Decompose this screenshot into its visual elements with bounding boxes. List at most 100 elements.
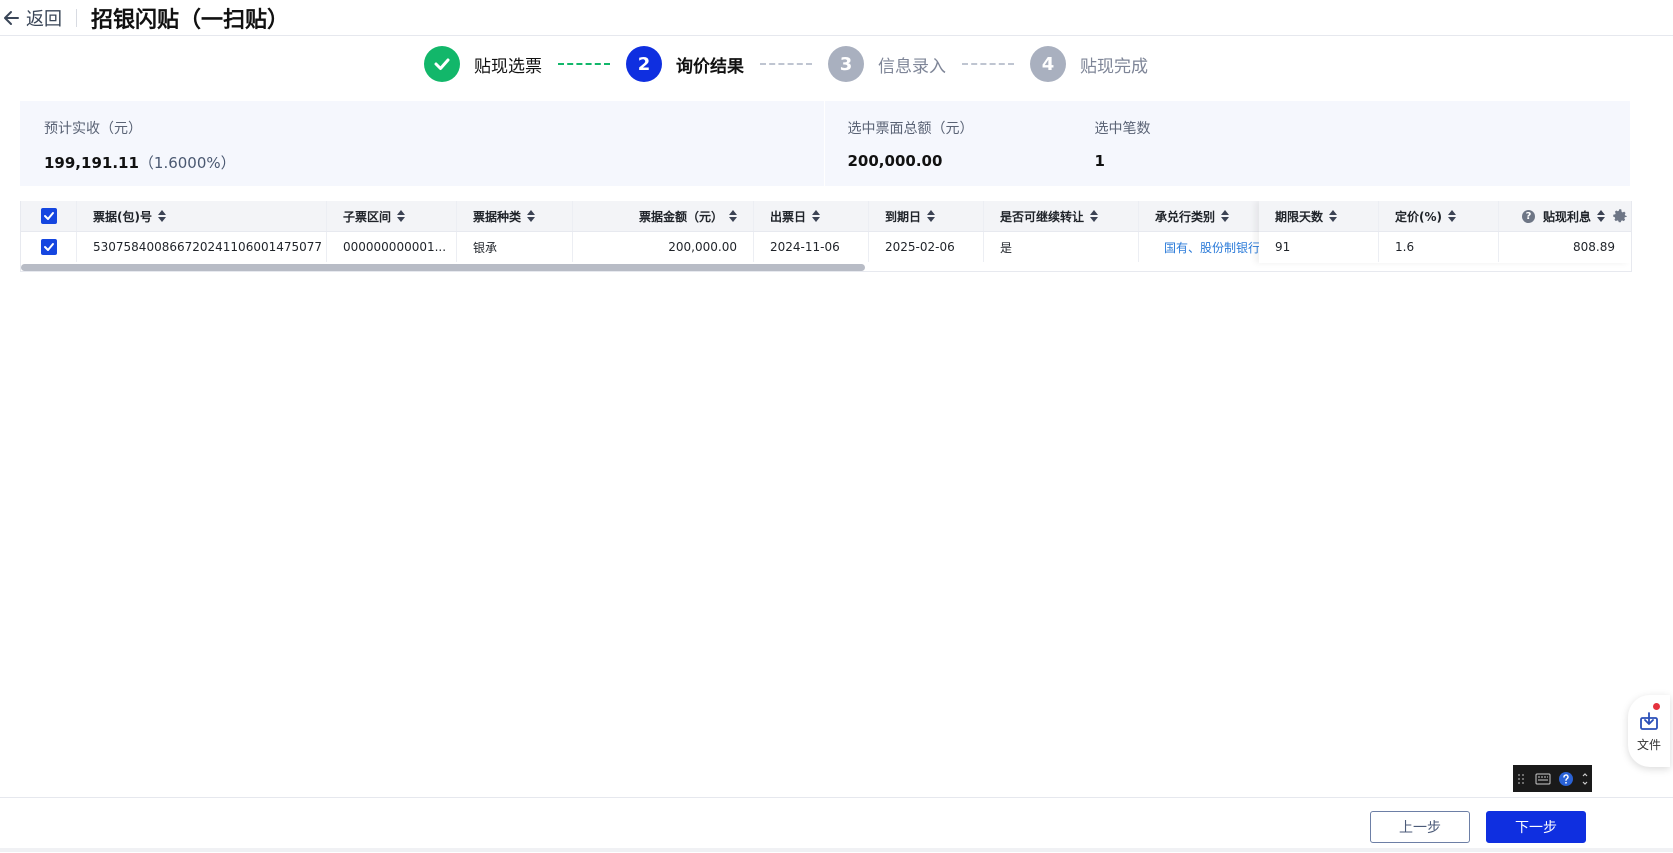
cell-price: 1.6	[1379, 232, 1499, 262]
summary-selected: 选中票面总额（元） 200,000.00 选中笔数 1	[823, 101, 1630, 186]
cell-transferable: 是	[984, 232, 1139, 262]
select-all-checkbox[interactable]	[21, 201, 77, 231]
col-bill-no-label: 票据(包)号	[93, 209, 152, 224]
col-amount[interactable]: 票据金额（元）	[573, 201, 754, 231]
col-bill-type[interactable]: 票据种类	[457, 201, 573, 231]
cell-bill-type: 银承	[457, 232, 573, 262]
checkbox-checked-icon	[40, 239, 57, 255]
summary-panel: 预计实收（元） 199,191.11（1.6000%） 选中票面总额（元） 20…	[20, 101, 1630, 186]
step-4: 4 贴现完成	[1030, 46, 1164, 82]
step-connector-2	[760, 63, 812, 65]
stepper: 贴现选票 2 询价结果 3 信息录入 4 贴现完成	[424, 44, 1164, 84]
col-acceptor-type[interactable]: 承兑行类别	[1139, 201, 1259, 231]
sort-icon[interactable]	[397, 210, 406, 222]
col-sub-range[interactable]: 子票区间	[327, 201, 457, 231]
cell-interest: 808.89	[1573, 240, 1615, 254]
col-days[interactable]: 期限天数	[1259, 201, 1379, 231]
col-days-label: 期限天数	[1275, 209, 1324, 224]
page-title: 招银闪贴（一扫贴）	[91, 7, 290, 33]
page-header: 返回 招银闪贴（一扫贴）	[0, 0, 1673, 36]
col-bill-no[interactable]: 票据(包)号	[77, 201, 327, 231]
step-1: 贴现选票	[424, 46, 558, 82]
sort-icon[interactable]	[1448, 210, 1456, 222]
sort-icon[interactable]	[1221, 210, 1230, 222]
cell-acceptor-type[interactable]: 国有、股份制银行	[1139, 232, 1259, 262]
ime-toolbar[interactable]	[1513, 765, 1592, 792]
col-transferable-label: 是否可继续转让	[1000, 209, 1085, 224]
col-due-date[interactable]: 到期日	[869, 201, 984, 231]
sort-icon[interactable]	[812, 210, 821, 222]
col-price-label: 定价(%)	[1395, 209, 1442, 224]
estimated-rate: （1.6000%）	[138, 154, 236, 172]
estimated-label: 预计实收（元）	[44, 121, 142, 137]
summary-estimated: 预计实收（元） 199,191.11（1.6000%）	[20, 101, 824, 186]
sort-icon[interactable]	[1329, 210, 1338, 222]
cell-amount: 200,000.00	[573, 232, 754, 262]
estimated-value: 199,191.11	[44, 154, 139, 172]
col-price[interactable]: 定价(%)	[1379, 201, 1499, 231]
help-icon[interactable]: ?	[1521, 209, 1535, 223]
horizontal-scrollbar[interactable]	[21, 264, 865, 271]
step-2-label: 询价结果	[676, 56, 744, 77]
keyboard-icon[interactable]	[1535, 773, 1551, 785]
col-issue-date[interactable]: 出票日	[754, 201, 869, 231]
prev-step-button[interactable]: 上一步	[1370, 811, 1470, 843]
step-4-label: 贴现完成	[1080, 56, 1148, 77]
step-3-label: 信息录入	[878, 56, 946, 77]
notification-badge	[1653, 703, 1660, 710]
download-tray-icon	[1640, 711, 1658, 730]
total-label: 选中票面总额（元）	[847, 121, 974, 137]
grip-icon[interactable]	[1516, 771, 1528, 787]
gear-icon[interactable]	[1611, 207, 1629, 225]
sort-icon[interactable]	[1090, 210, 1099, 222]
step-3: 3 信息录入	[828, 46, 962, 82]
expand-icon[interactable]	[1581, 772, 1589, 786]
fixed-row: 91 1.6 808.89	[1259, 232, 1631, 262]
cell-sub-range: 000000000001...	[327, 232, 457, 262]
col-issue-date-label: 出票日	[770, 209, 807, 224]
col-interest-label: 贴现利息	[1542, 209, 1591, 224]
check-icon	[424, 46, 460, 82]
fixed-header: 期限天数 定价(%) ? 贴现利息	[1259, 201, 1631, 232]
estimated-value-line: 199,191.11（1.6000%）	[44, 152, 236, 173]
acceptor-type-link[interactable]: 国有、股份制银行	[1164, 239, 1259, 256]
col-bill-type-label: 票据种类	[473, 209, 522, 224]
sort-icon[interactable]	[527, 210, 536, 222]
arrow-left-icon	[0, 7, 22, 29]
sort-icon[interactable]	[157, 210, 166, 222]
bottom-divider	[0, 848, 1673, 852]
help-circle-icon[interactable]	[1558, 771, 1574, 787]
step-connector-1	[558, 63, 610, 65]
col-amount-label: 票据金额（元）	[638, 209, 723, 224]
cell-issue-date: 2024-11-06	[754, 232, 869, 262]
table-fixed-right: 期限天数 定价(%) ? 贴现利息 91 1.6 808.89	[1259, 201, 1631, 263]
back-label: 返回	[26, 8, 62, 30]
sort-icon[interactable]	[729, 210, 737, 222]
step-4-number: 4	[1030, 46, 1066, 82]
page-footer: 上一步 下一步	[0, 797, 1673, 853]
cell-bill-no: 530758400866720241106001475077	[77, 232, 327, 262]
file-widget[interactable]: 文件	[1628, 695, 1670, 767]
row-checkbox[interactable]	[21, 232, 77, 262]
count-label: 选中笔数	[1094, 121, 1151, 137]
step-2: 2 询价结果	[626, 46, 760, 82]
col-acceptor-type-label: 承兑行类别	[1155, 209, 1216, 224]
file-widget-label: 文件	[1636, 737, 1661, 752]
total-value: 200,000.00	[847, 152, 943, 170]
step-2-number: 2	[626, 46, 662, 82]
col-sub-range-label: 子票区间	[343, 209, 392, 224]
cell-days: 91	[1259, 232, 1379, 262]
sort-icon[interactable]	[927, 210, 936, 222]
next-step-button[interactable]: 下一步	[1486, 811, 1586, 843]
header-divider	[76, 8, 77, 27]
checkbox-checked-icon	[40, 208, 57, 224]
cell-due-date: 2025-02-06	[869, 232, 984, 262]
count-value: 1	[1094, 152, 1105, 170]
back-button[interactable]: 返回	[0, 5, 62, 31]
col-due-date-label: 到期日	[885, 209, 922, 224]
bill-table: 票据(包)号 子票区间 票据种类 票据金额（元） 出票日 到期日 是否可继续转让	[20, 201, 1632, 272]
sort-icon[interactable]	[1597, 210, 1605, 222]
col-transferable[interactable]: 是否可继续转让	[984, 201, 1139, 231]
step-1-label: 贴现选票	[474, 56, 542, 77]
step-connector-3	[962, 63, 1014, 65]
